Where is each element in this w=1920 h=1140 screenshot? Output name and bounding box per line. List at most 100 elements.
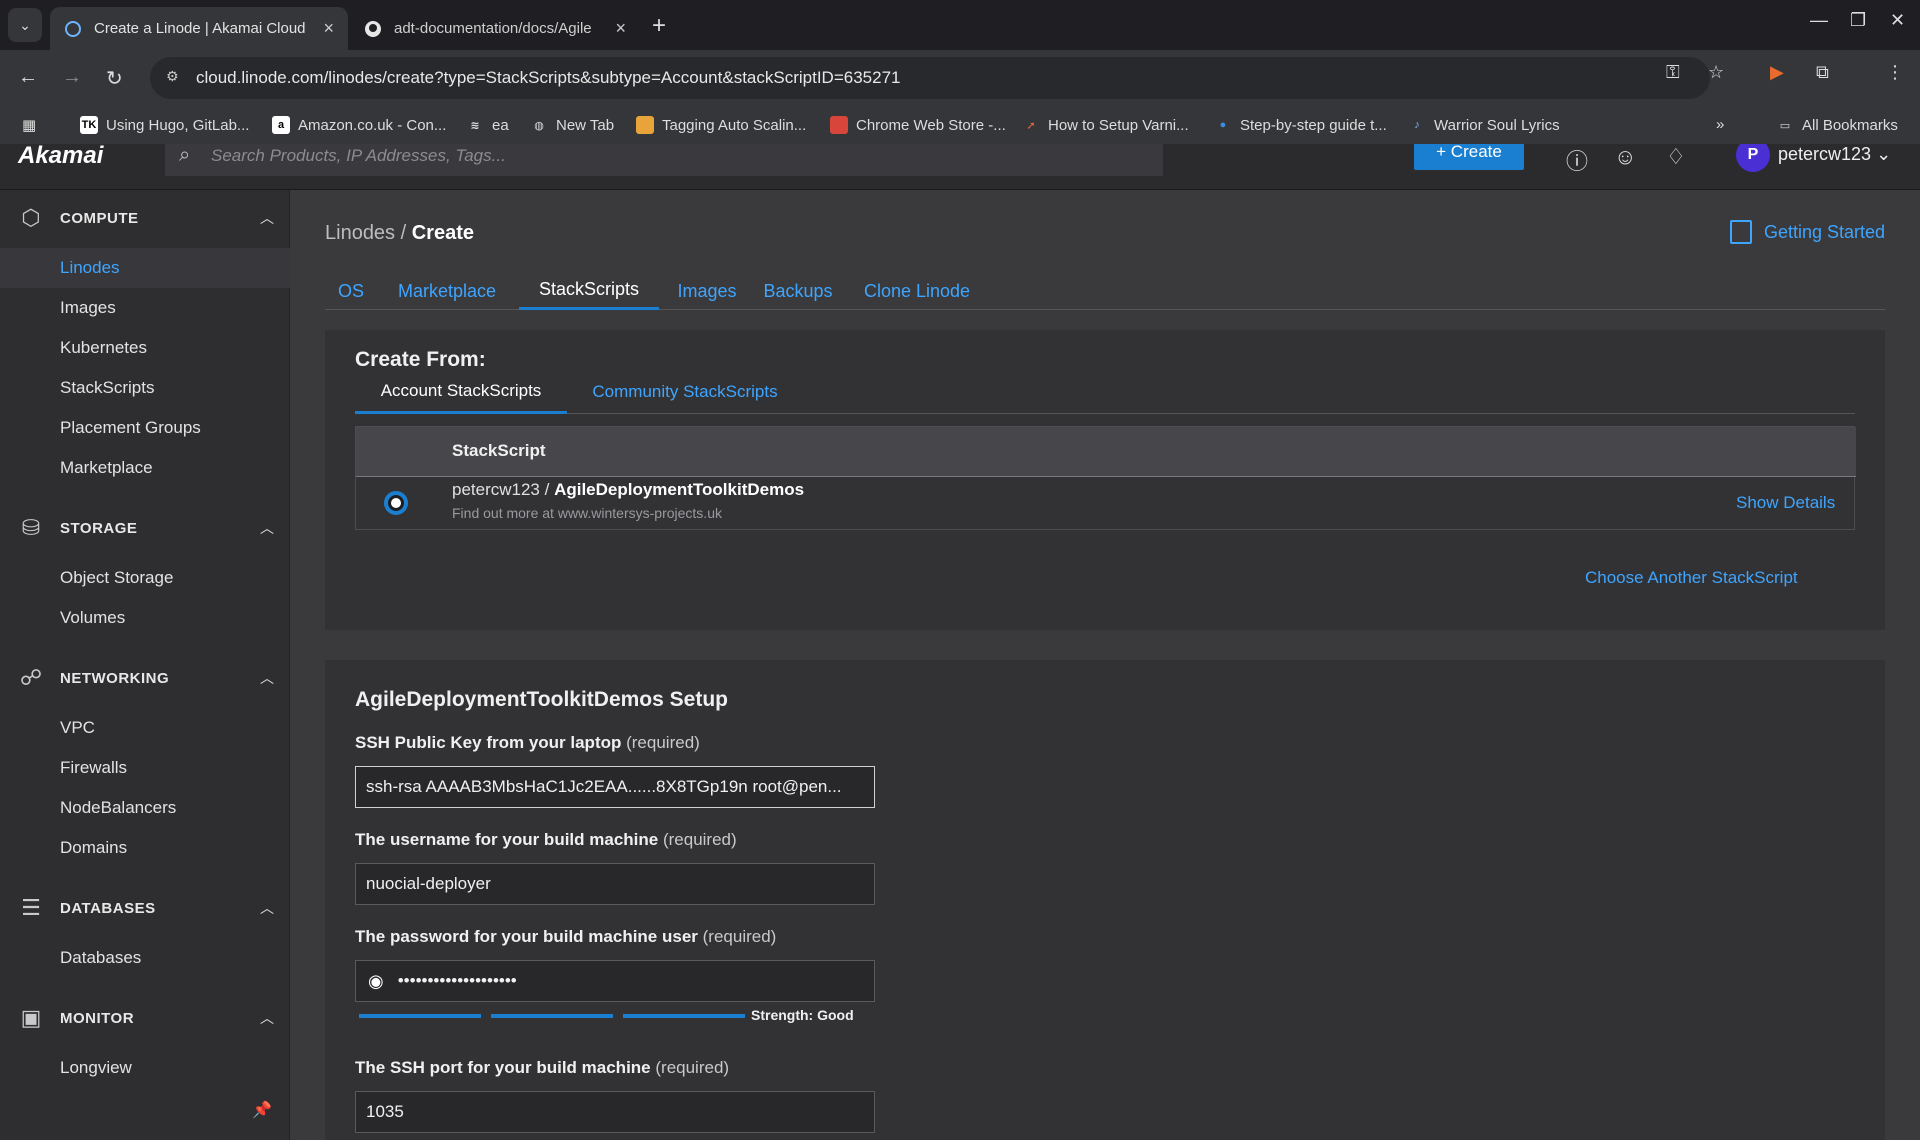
bookmark-item[interactable]: ◍ New Tab: [530, 116, 614, 134]
new-tab-button[interactable]: +: [652, 12, 666, 40]
apps-grid-icon[interactable]: ▦: [22, 116, 36, 134]
choose-another-stackscript-button[interactable]: Choose Another StackScript: [1585, 568, 1798, 588]
linode-favicon-icon: [65, 20, 81, 37]
tab-images[interactable]: Images: [671, 272, 743, 310]
chevron-down-icon: ⌄: [1876, 144, 1892, 164]
strength-bar-segment: [623, 1014, 745, 1018]
ssh-port-label: The SSH port for your build machine (req…: [355, 1058, 729, 1078]
lyrics-favicon-icon: ♪: [1414, 119, 1420, 131]
bookmark-item[interactable]: a Amazon.co.uk - Con...: [272, 116, 446, 134]
sidebar-item-stackscripts[interactable]: StackScripts: [0, 368, 290, 408]
back-icon[interactable]: ←: [18, 66, 38, 89]
bookmarks-bar: ▦ TK Using Hugo, GitLab... a Amazon.co.uk …: [0, 106, 1920, 144]
password-key-icon[interactable]: ⚿: [1666, 62, 1680, 83]
setup-title: AgileDeploymentToolkitDemos Setup: [355, 688, 728, 711]
terminal-extension-icon[interactable]: ▶: [1770, 62, 1784, 83]
all-bookmarks-label: All Bookmarks: [1802, 116, 1898, 134]
breadcrumb-linodes[interactable]: Linodes: [325, 222, 395, 244]
sidebar-item-marketplace[interactable]: Marketplace: [0, 448, 290, 488]
password-field[interactable]: ◉ ••••••••••••••••••••: [355, 960, 875, 1002]
bookmark-item[interactable]: ≋ ea: [466, 116, 508, 134]
sidebar-item-vpc[interactable]: VPC: [0, 708, 290, 748]
section-title: MONITOR: [60, 1009, 135, 1027]
sidebar-item-domains[interactable]: Domains: [0, 828, 290, 868]
bookmark-item[interactable]: Tagging Auto Scalin...: [636, 116, 806, 134]
username-menu[interactable]: petercw123 ⌄: [1778, 144, 1891, 165]
bookmark-label: How to Setup Varni...: [1048, 116, 1189, 134]
bookmark-item[interactable]: Chrome Web Store -...: [830, 116, 1006, 134]
community-icon[interactable]: ☺: [1614, 144, 1636, 170]
sidebar-section-monitor[interactable]: ▣ MONITOR ︿: [0, 998, 290, 1038]
search-input[interactable]: ⌕ Search Products, IP Addresses, Tags...: [165, 144, 1163, 176]
sidebar-item-linodes[interactable]: Linodes: [0, 248, 290, 288]
bookmark-item[interactable]: ➚ How to Setup Varni...: [1022, 116, 1189, 134]
chevron-up-icon: ︿: [260, 520, 274, 536]
akamai-logo[interactable]: Akamai: [18, 144, 103, 170]
tab-marketplace[interactable]: Marketplace: [387, 272, 507, 310]
browser-menu-icon[interactable]: ⋮: [1886, 62, 1904, 83]
sidebar: ⬡ COMPUTE ︿ Linodes Images Kubernetes St…: [0, 190, 290, 1140]
sidebar-item-longview[interactable]: Longview: [0, 1048, 290, 1088]
bookmark-star-icon[interactable]: ☆: [1708, 62, 1724, 83]
show-details-button[interactable]: Show Details: [1736, 493, 1835, 513]
more-bookmarks-icon[interactable]: »: [1716, 116, 1724, 133]
sidebar-section-databases[interactable]: ☰ DATABASES ︿: [0, 888, 290, 928]
chevron-up-icon: ︿: [260, 900, 274, 916]
bookmark-item[interactable]: TK Using Hugo, GitLab...: [80, 116, 249, 134]
sidebar-item-placement-groups[interactable]: Placement Groups: [0, 408, 290, 448]
sidebar-section-compute[interactable]: ⬡ COMPUTE ︿: [0, 198, 290, 238]
reload-icon[interactable]: ↻: [106, 66, 123, 91]
restore-icon[interactable]: ❐: [1850, 10, 1866, 31]
stackscript-label: AgileDeploymentToolkitDemos: [554, 480, 805, 499]
url-bar[interactable]: ⚙ cloud.linode.com/linodes/create?type=S…: [150, 57, 1710, 99]
main-content: Linodes / Create Getting Started OS Mark…: [290, 190, 1920, 1140]
tab-account-stackscripts[interactable]: Account StackScripts: [355, 370, 567, 414]
extensions-icon[interactable]: ⧉: [1816, 62, 1829, 83]
tab-search-button[interactable]: ⌄: [8, 8, 42, 42]
sidebar-item-nodebalancers[interactable]: NodeBalancers: [0, 788, 290, 828]
sidebar-item-images[interactable]: Images: [0, 288, 290, 328]
minimize-icon[interactable]: —: [1810, 10, 1828, 31]
tab-community-stackscripts[interactable]: Community StackScripts: [577, 370, 793, 414]
sidebar-item-databases[interactable]: Databases: [0, 938, 290, 978]
tab-stackscripts[interactable]: StackScripts: [519, 272, 659, 310]
document-icon: [1730, 220, 1752, 244]
strength-bar-segment: [359, 1014, 481, 1018]
getting-started-link[interactable]: Getting Started: [1730, 220, 1885, 244]
tab-backups[interactable]: Backups: [753, 272, 843, 310]
close-tab-icon[interactable]: ×: [323, 18, 334, 39]
sidebar-item-kubernetes[interactable]: Kubernetes: [0, 328, 290, 368]
bookmark-item[interactable]: ● Step-by-step guide t...: [1214, 116, 1387, 134]
browser-tab-linode[interactable]: Create a Linode | Akamai Cloud ×: [50, 7, 348, 50]
stackscript-name: petercw123 / AgileDeploymentToolkitDemos: [452, 480, 804, 500]
sidebar-section-networking[interactable]: ☍ NETWORKING ︿: [0, 658, 290, 698]
bookmark-item[interactable]: ♪ Warrior Soul Lyrics: [1408, 116, 1559, 134]
strength-bar-segment: [491, 1014, 613, 1018]
show-password-eye-icon[interactable]: ◉: [368, 971, 384, 992]
close-tab-icon[interactable]: ×: [615, 18, 626, 39]
create-button[interactable]: + Create: [1414, 144, 1524, 170]
search-icon: ⌕: [179, 144, 191, 166]
all-bookmarks[interactable]: ▭ All Bookmarks: [1776, 116, 1898, 134]
sidebar-item-firewalls[interactable]: Firewalls: [0, 748, 290, 788]
ssh-key-label: SSH Public Key from your laptop (require…: [355, 733, 700, 753]
help-icon[interactable]: ⓘ: [1566, 144, 1588, 176]
stackscript-radio[interactable]: [384, 491, 408, 515]
tab-clone-linode[interactable]: Clone Linode: [855, 272, 979, 310]
sidebar-item-volumes[interactable]: Volumes: [0, 598, 290, 638]
ssh-port-field[interactable]: 1035: [355, 1091, 875, 1133]
site-info-icon[interactable]: ⚙: [166, 68, 186, 88]
notifications-icon[interactable]: ♢: [1666, 144, 1686, 170]
build-username-field[interactable]: nuocial-deployer: [355, 863, 875, 905]
avatar[interactable]: P: [1736, 144, 1770, 172]
forward-icon[interactable]: →: [62, 66, 82, 89]
tk-favicon-icon: TK: [80, 116, 98, 134]
table-row[interactable]: petercw123 / AgileDeploymentToolkitDemos…: [356, 477, 1856, 529]
sidebar-section-storage[interactable]: ⛁ STORAGE ︿: [0, 508, 290, 548]
pin-icon[interactable]: 📌: [252, 1100, 272, 1120]
browser-tab-github[interactable]: adt-documentation/docs/Agile ×: [350, 7, 640, 50]
tab-os[interactable]: OS: [325, 272, 377, 310]
sidebar-item-object-storage[interactable]: Object Storage: [0, 558, 290, 598]
ssh-key-field[interactable]: ssh-rsa AAAAB3MbsHaC1Jc2EAA......8X8TGp1…: [355, 766, 875, 808]
close-window-icon[interactable]: ✕: [1890, 10, 1905, 31]
